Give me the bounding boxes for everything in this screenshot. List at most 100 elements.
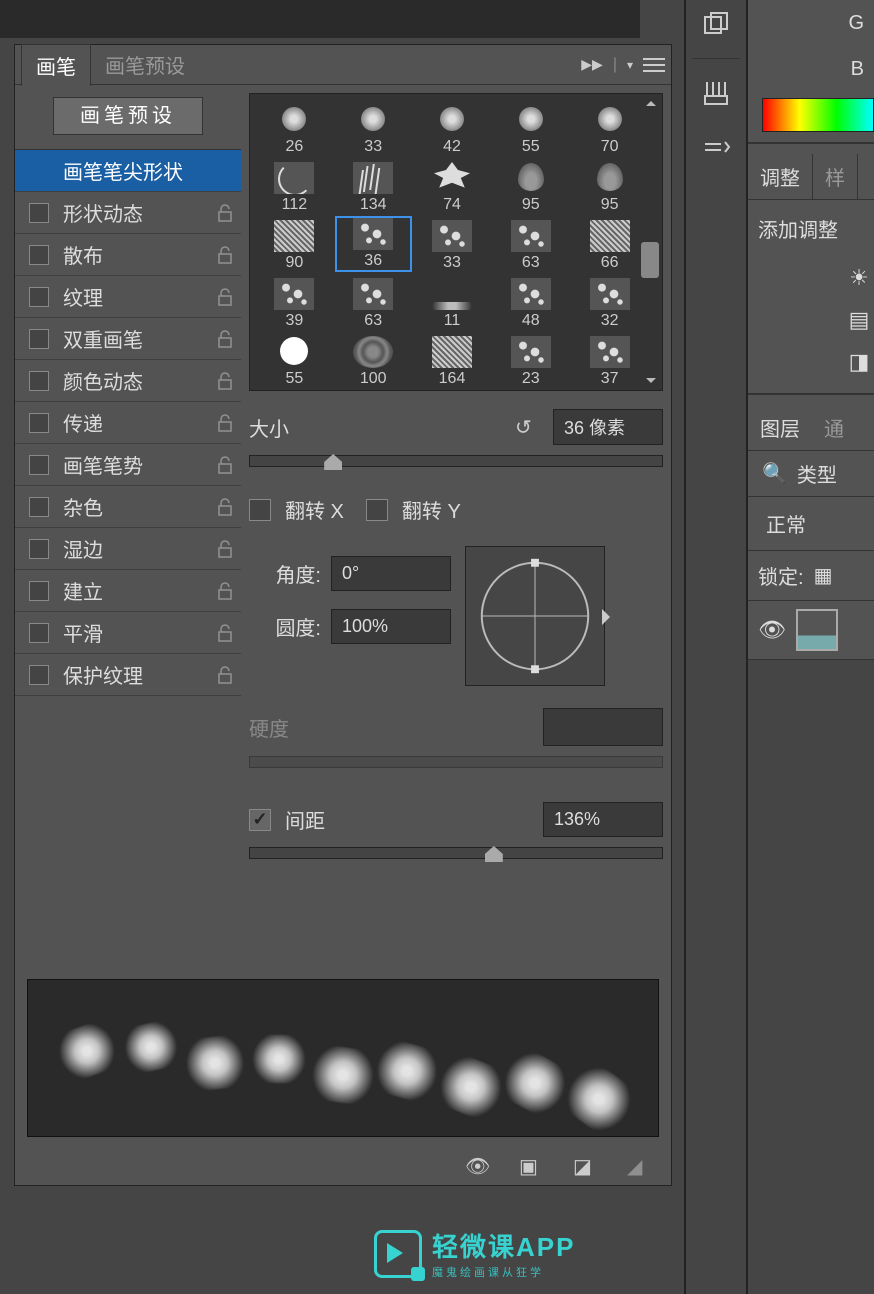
- size-slider-handle[interactable]: [324, 454, 342, 470]
- tab-brush[interactable]: 画笔: [21, 44, 91, 86]
- color-spectrum[interactable]: [762, 98, 874, 132]
- brush-cell[interactable]: 70: [571, 100, 648, 156]
- option-row[interactable]: 湿边: [15, 528, 241, 570]
- option-row[interactable]: 纹理: [15, 276, 241, 318]
- spacing-slider-handle[interactable]: [485, 846, 503, 862]
- spacing-input[interactable]: 136%: [543, 802, 663, 837]
- scroll-up-icon[interactable]: [642, 98, 660, 110]
- lock-icon[interactable]: [217, 624, 233, 642]
- lock-icon[interactable]: [217, 498, 233, 516]
- brush-cell[interactable]: 95: [492, 158, 569, 214]
- option-row[interactable]: 画笔笔尖形状: [15, 150, 241, 192]
- new-preset-icon[interactable]: ▣: [519, 1154, 545, 1176]
- lock-icon[interactable]: [217, 246, 233, 264]
- brush-cell[interactable]: 23: [492, 332, 569, 388]
- color-g-row[interactable]: G: [748, 0, 874, 46]
- option-row[interactable]: 传递: [15, 402, 241, 444]
- posterize-icon[interactable]: ▤: [844, 305, 874, 335]
- option-row[interactable]: 画笔笔势: [15, 444, 241, 486]
- toggle-preview-icon[interactable]: 👁: [465, 1154, 491, 1176]
- size-slider[interactable]: [249, 455, 663, 467]
- tab-channels[interactable]: 通: [812, 405, 856, 450]
- brush-cell[interactable]: 112: [256, 158, 333, 214]
- lock-icon[interactable]: [217, 666, 233, 684]
- dropdown-icon[interactable]: ▾: [627, 58, 633, 72]
- dock-3d-icon[interactable]: [686, 0, 746, 48]
- option-row[interactable]: 形状动态: [15, 192, 241, 234]
- resize-grip-icon[interactable]: ◢: [627, 1154, 653, 1176]
- roundness-input[interactable]: 100%: [331, 609, 451, 644]
- dock-brushes-icon[interactable]: [686, 69, 746, 117]
- scrollbar-thumb[interactable]: [641, 242, 659, 278]
- brush-cell[interactable]: 33: [335, 100, 412, 156]
- option-row[interactable]: 颜色动态: [15, 360, 241, 402]
- visibility-icon[interactable]: 👁: [758, 617, 786, 643]
- brightness-icon[interactable]: ☀: [844, 263, 874, 293]
- option-row[interactable]: 散布: [15, 234, 241, 276]
- angle-input[interactable]: 0°: [331, 556, 451, 591]
- brush-cell[interactable]: 48: [492, 274, 569, 330]
- lock-icon[interactable]: [217, 456, 233, 474]
- panel-menu-icon[interactable]: [643, 58, 665, 72]
- lock-icon[interactable]: [217, 414, 233, 432]
- brush-cell[interactable]: 95: [571, 158, 648, 214]
- option-checkbox[interactable]: [29, 455, 49, 475]
- option-checkbox[interactable]: [29, 539, 49, 559]
- lock-icon[interactable]: [217, 582, 233, 600]
- option-row[interactable]: 双重画笔: [15, 318, 241, 360]
- color-b-row[interactable]: B: [748, 46, 874, 92]
- spacing-checkbox[interactable]: [249, 809, 271, 831]
- flip-y-checkbox[interactable]: [366, 499, 388, 521]
- brush-cell[interactable]: 39: [256, 274, 333, 330]
- option-row[interactable]: 建立: [15, 570, 241, 612]
- option-checkbox[interactable]: [29, 413, 49, 433]
- layer-thumbnail[interactable]: [796, 609, 838, 651]
- size-input[interactable]: 36 像素: [553, 409, 663, 445]
- lock-icon[interactable]: [217, 288, 233, 306]
- reset-size-icon[interactable]: ↺: [515, 415, 539, 439]
- angle-dial[interactable]: [465, 546, 605, 686]
- option-checkbox[interactable]: [29, 623, 49, 643]
- scroll-down-icon[interactable]: [642, 374, 660, 386]
- layer-filter-row[interactable]: 🔍 类型: [748, 451, 874, 497]
- layer-row[interactable]: 👁: [748, 600, 874, 660]
- brush-cell[interactable]: 134: [335, 158, 412, 214]
- dock-brush-settings-icon[interactable]: [686, 125, 746, 173]
- lock-icon[interactable]: [217, 330, 233, 348]
- brush-cell[interactable]: 90: [256, 216, 333, 272]
- brush-cell[interactable]: 32: [571, 274, 648, 330]
- tab-layers[interactable]: 图层: [748, 405, 812, 450]
- spacing-slider[interactable]: [249, 847, 663, 859]
- brush-cell[interactable]: 164: [414, 332, 491, 388]
- brush-cell[interactable]: 74: [414, 158, 491, 214]
- tab-styles[interactable]: 样: [813, 154, 858, 199]
- brush-cell[interactable]: 36: [335, 216, 412, 272]
- brush-cell[interactable]: 63: [335, 274, 412, 330]
- option-checkbox[interactable]: [29, 203, 49, 223]
- tab-adjustments[interactable]: 调整: [748, 154, 813, 199]
- lock-icon[interactable]: [217, 204, 233, 222]
- adjustment-icon[interactable]: ◨: [844, 347, 874, 377]
- option-checkbox[interactable]: [29, 497, 49, 517]
- option-row[interactable]: 平滑: [15, 612, 241, 654]
- option-checkbox[interactable]: [29, 329, 49, 349]
- option-checkbox[interactable]: [29, 287, 49, 307]
- brush-cell[interactable]: 63: [492, 216, 569, 272]
- flip-x-checkbox[interactable]: [249, 499, 271, 521]
- new-brush-icon[interactable]: ◪: [573, 1154, 599, 1176]
- option-row[interactable]: 保护纹理: [15, 654, 241, 696]
- lock-pixels-icon[interactable]: ▦: [814, 563, 833, 588]
- playback-icon[interactable]: ▶▶: [581, 56, 603, 73]
- lock-icon[interactable]: [217, 372, 233, 390]
- brush-cell[interactable]: 66: [571, 216, 648, 272]
- lock-icon[interactable]: [217, 540, 233, 558]
- brush-cell[interactable]: 100: [335, 332, 412, 388]
- option-checkbox[interactable]: [29, 665, 49, 685]
- tab-brush-presets[interactable]: 画笔预设: [91, 44, 199, 85]
- brush-cell[interactable]: 42: [414, 100, 491, 156]
- option-checkbox[interactable]: [29, 371, 49, 391]
- brush-cell[interactable]: 26: [256, 100, 333, 156]
- brush-cell[interactable]: 37: [571, 332, 648, 388]
- brush-cell[interactable]: 55: [256, 332, 333, 388]
- option-row[interactable]: 杂色: [15, 486, 241, 528]
